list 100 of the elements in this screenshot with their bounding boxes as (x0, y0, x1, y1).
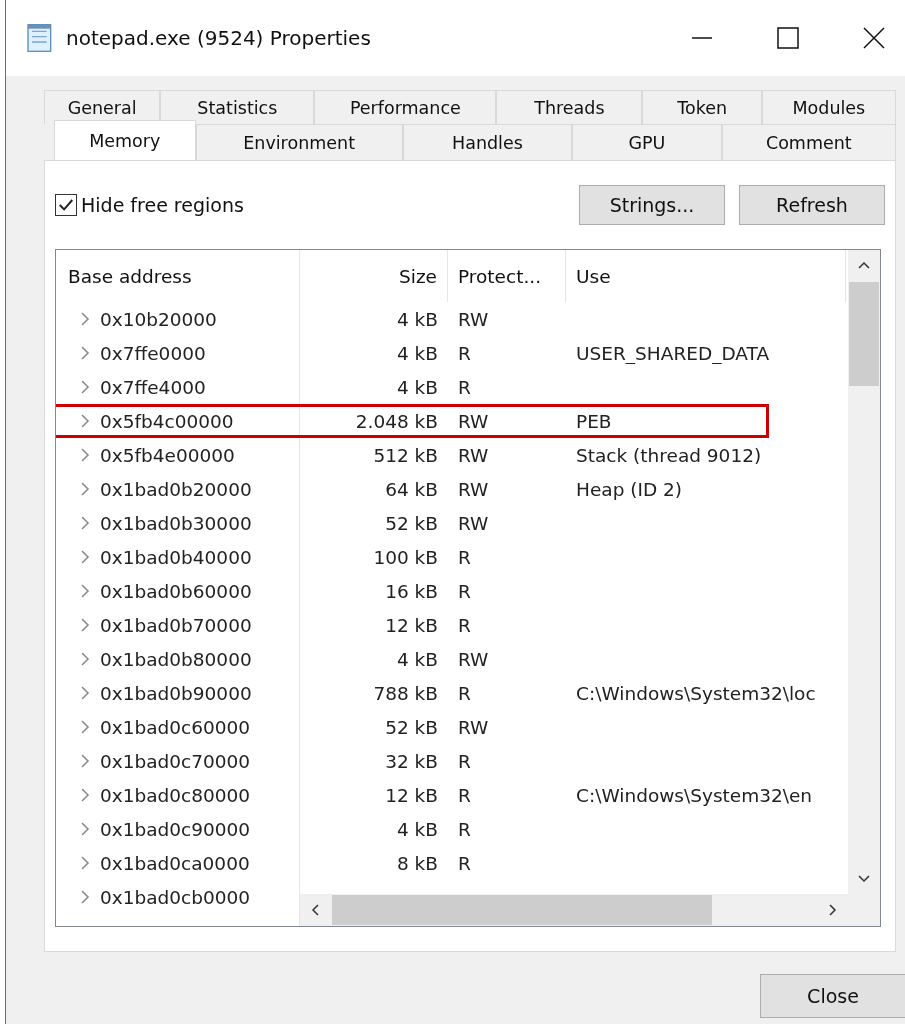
protection-cell: R (458, 682, 471, 704)
expand-chevron-icon[interactable] (80, 345, 90, 361)
address-cell: 0x1bad0b80000 (100, 648, 252, 670)
horizontal-scrollbar[interactable] (300, 894, 848, 926)
protection-cell: R (458, 580, 471, 602)
protection-cell: R (458, 614, 471, 636)
close-button[interactable]: Close (760, 974, 905, 1018)
use-cell: C:\Windows\System32\loc (576, 682, 816, 704)
protection-cell: R (458, 342, 471, 364)
protection-cell: RW (458, 648, 489, 670)
tab[interactable]: Environment (195, 124, 403, 160)
toolbar-button[interactable]: Refresh (739, 185, 885, 225)
use-cell: Heap (ID 2) (576, 478, 683, 500)
tab[interactable]: Handles (402, 124, 573, 160)
protection-cell: R (458, 376, 471, 398)
expand-chevron-icon[interactable] (80, 685, 90, 701)
size-cell: 12 kB (385, 614, 438, 636)
size-cell: 16 kB (385, 580, 438, 602)
protection-cell: R (458, 852, 471, 874)
protection-cell: RW (458, 478, 489, 500)
expand-chevron-icon[interactable] (80, 583, 90, 599)
size-cell: 32 kB (385, 750, 438, 772)
expand-chevron-icon[interactable] (80, 515, 90, 531)
tab[interactable]: GPU (572, 124, 722, 160)
expand-chevron-icon[interactable] (80, 719, 90, 735)
address-cell: 0x1bad0b20000 (100, 478, 252, 500)
size-cell: 4 kB (396, 376, 438, 398)
size-cell: 4 kB (396, 648, 438, 670)
expand-chevron-icon[interactable] (80, 617, 90, 633)
address-cell: 0x10b20000 (100, 308, 217, 330)
protection-cell: R (458, 784, 471, 806)
size-cell: 788 kB (373, 682, 438, 704)
use-cell: USER_SHARED_DATA (576, 342, 770, 364)
expand-chevron-icon[interactable] (80, 481, 90, 497)
use-cell: PEB (576, 410, 612, 432)
protection-cell: R (458, 818, 471, 840)
column-header[interactable]: Base address (56, 250, 299, 302)
column-header[interactable]: Use (566, 250, 846, 302)
address-cell: 0x1bad0c90000 (100, 818, 251, 840)
use-cell: C:\Windows\System32\en (576, 784, 813, 806)
address-cell: 0x1bad0ca0000 (100, 852, 250, 874)
address-cell: 0x1bad0c70000 (100, 750, 251, 772)
scroll-thumb[interactable] (332, 895, 712, 925)
expand-chevron-icon[interactable] (80, 889, 90, 905)
checkbox-label: Hide free regions (81, 194, 244, 216)
expand-chevron-icon[interactable] (80, 379, 90, 395)
size-cell: 52 kB (385, 716, 438, 738)
size-cell: 12 kB (385, 784, 438, 806)
expand-chevron-icon[interactable] (80, 311, 90, 327)
address-cell: 0x5fb4e00000 (100, 444, 235, 466)
tab[interactable]: Performance (314, 90, 497, 124)
size-cell: 52 kB (385, 512, 438, 534)
protection-cell: RW (458, 716, 489, 738)
checkbox[interactable] (55, 194, 77, 216)
protection-cell: RW (458, 512, 489, 534)
expand-chevron-icon[interactable] (80, 549, 90, 565)
close-icon[interactable] (862, 26, 886, 50)
column-header[interactable]: Size (300, 250, 448, 302)
address-cell: 0x1bad0b40000 (100, 546, 252, 568)
protection-cell: R (458, 750, 471, 772)
size-cell: 8 kB (396, 852, 438, 874)
address-cell: 0x1bad0b60000 (100, 580, 252, 602)
address-cell: 0x1bad0c60000 (100, 716, 251, 738)
address-cell: 0x1bad0b30000 (100, 512, 252, 534)
tab[interactable]: Threads (496, 90, 643, 124)
expand-chevron-icon[interactable] (80, 753, 90, 769)
scroll-thumb[interactable] (849, 282, 879, 386)
tab[interactable]: Modules (761, 90, 896, 124)
toolbar-button[interactable]: Strings... (579, 185, 725, 225)
size-cell: 4 kB (396, 342, 438, 364)
use-cell: Stack (thread 9012) (576, 444, 762, 466)
size-cell: 4 kB (396, 818, 438, 840)
address-cell: 0x1bad0b70000 (100, 614, 252, 636)
size-cell: 64 kB (385, 478, 438, 500)
expand-chevron-icon[interactable] (80, 413, 90, 429)
tab[interactable]: Token (642, 90, 762, 124)
size-cell: 2.048 kB (355, 410, 438, 432)
vertical-scrollbar[interactable] (848, 250, 880, 926)
address-cell: 0x1bad0c80000 (100, 784, 251, 806)
address-cell: 0x1bad0cb0000 (100, 886, 251, 908)
expand-chevron-icon[interactable] (80, 855, 90, 871)
size-cell: 100 kB (373, 546, 438, 568)
address-cell: 0x7ffe4000 (100, 376, 206, 398)
expand-chevron-icon[interactable] (80, 821, 90, 837)
address-cell: 0x1bad0b90000 (100, 682, 252, 704)
maximize-icon[interactable] (776, 26, 800, 50)
address-cell: 0x7ffe0000 (100, 342, 206, 364)
window-title: notepad.exe (9524) Properties (66, 26, 371, 50)
expand-chevron-icon[interactable] (80, 787, 90, 803)
tab[interactable]: Comment (721, 124, 896, 160)
protection-cell: RW (458, 308, 489, 330)
protection-cell: RW (458, 410, 489, 432)
tab[interactable]: Memory (54, 120, 196, 160)
protection-cell: R (458, 546, 471, 568)
size-cell: 512 kB (373, 444, 438, 466)
protection-cell: RW (458, 444, 489, 466)
expand-chevron-icon[interactable] (80, 447, 90, 463)
column-header[interactable]: Protect... (448, 250, 566, 302)
expand-chevron-icon[interactable] (80, 651, 90, 667)
tab[interactable]: Statistics (160, 90, 315, 124)
